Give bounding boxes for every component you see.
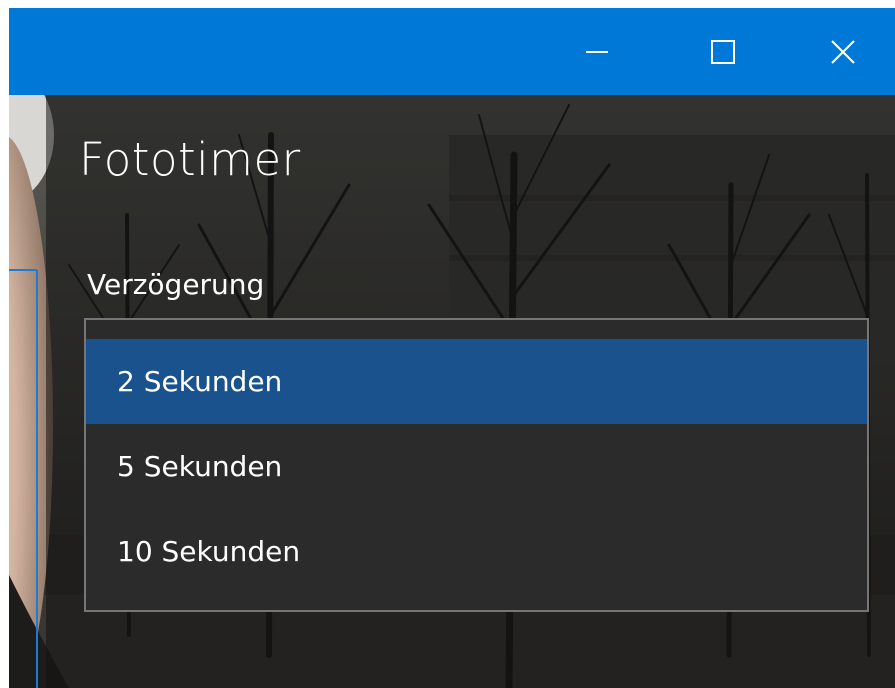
delay-option-5-seconds[interactable]: 5 Sekunden bbox=[86, 424, 867, 509]
maximize-button[interactable] bbox=[692, 8, 754, 95]
page-title: Fototimer bbox=[79, 133, 301, 186]
delay-dropdown-list[interactable]: 2 Sekunden 5 Sekunden 10 Sekunden bbox=[84, 318, 869, 612]
close-button[interactable] bbox=[812, 8, 874, 95]
delay-option-10-seconds[interactable]: 10 Sekunden bbox=[86, 509, 867, 594]
maximize-icon bbox=[711, 39, 735, 64]
main-content: Fototimer Verzögerung 2 Sekunden 5 Sekun… bbox=[9, 95, 895, 688]
delay-label: Verzögerung bbox=[87, 268, 265, 301]
close-icon bbox=[831, 39, 855, 64]
minimize-icon bbox=[586, 50, 608, 53]
title-bar[interactable] bbox=[9, 8, 895, 95]
minimize-button[interactable] bbox=[566, 8, 628, 95]
app-window: Fototimer Verzögerung 2 Sekunden 5 Sekun… bbox=[9, 8, 895, 688]
delay-option-2-seconds[interactable]: 2 Sekunden bbox=[86, 339, 867, 424]
